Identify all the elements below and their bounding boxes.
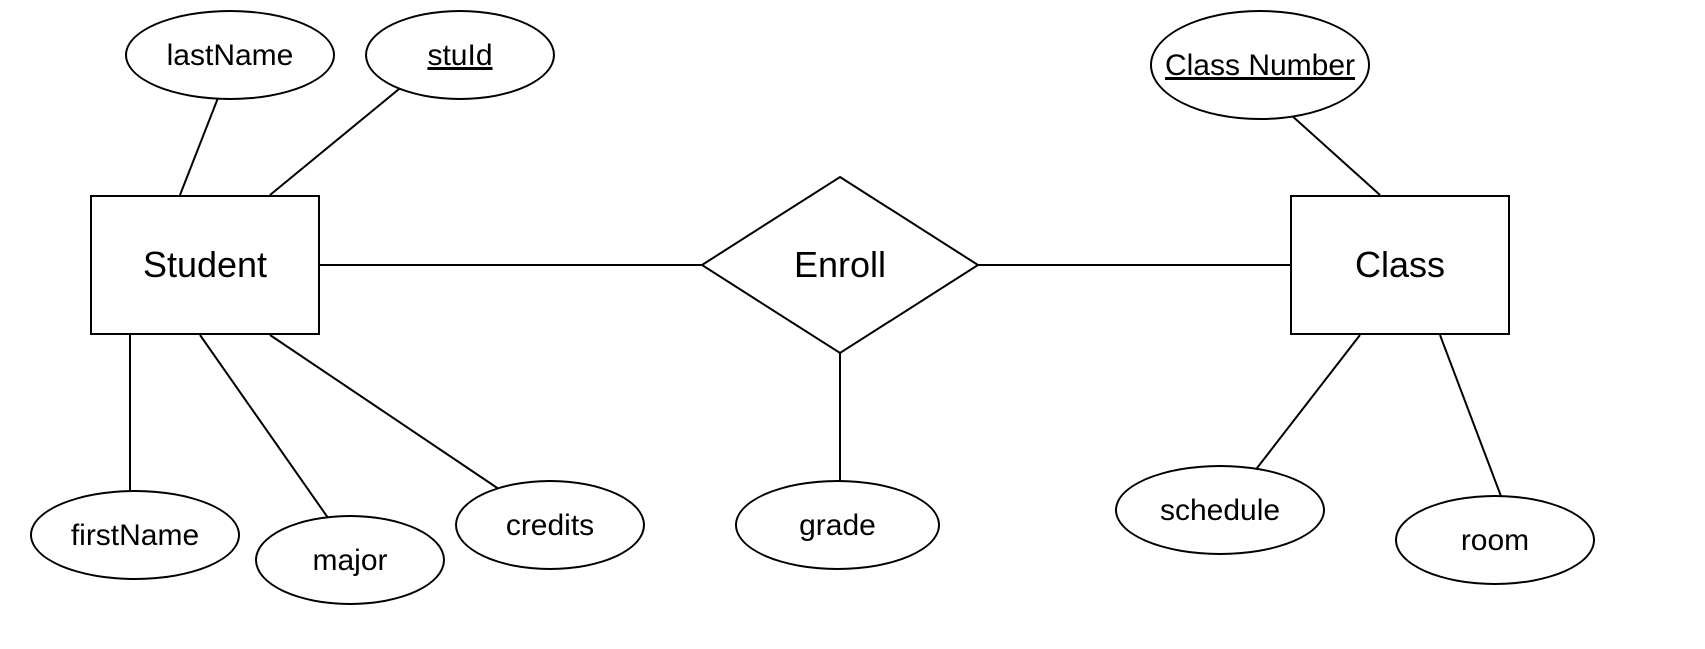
attribute-classnumber-label: Class Number bbox=[1165, 49, 1355, 82]
attribute-room-label: room bbox=[1461, 524, 1529, 557]
attribute-lastname-label: lastName bbox=[167, 39, 294, 72]
attribute-firstname: firstName bbox=[30, 490, 240, 580]
attribute-classnumber: Class Number bbox=[1150, 10, 1370, 120]
attribute-major: major bbox=[255, 515, 445, 605]
entity-student: Student bbox=[90, 195, 320, 335]
attribute-credits: credits bbox=[455, 480, 645, 570]
attribute-grade: grade bbox=[735, 480, 940, 570]
relationship-enroll-label: Enroll bbox=[794, 244, 886, 286]
attribute-grade-label: grade bbox=[799, 509, 876, 542]
attribute-major-label: major bbox=[312, 544, 387, 577]
attribute-stuid-label: stuId bbox=[427, 39, 492, 72]
relationship-enroll: Enroll bbox=[700, 175, 980, 355]
attribute-credits-label: credits bbox=[506, 509, 594, 542]
attribute-room: room bbox=[1395, 495, 1595, 585]
attribute-schedule: schedule bbox=[1115, 465, 1325, 555]
attribute-firstname-label: firstName bbox=[71, 519, 199, 552]
entity-student-label: Student bbox=[143, 244, 267, 286]
entity-class: Class bbox=[1290, 195, 1510, 335]
attribute-lastname: lastName bbox=[125, 10, 335, 100]
entity-class-label: Class bbox=[1355, 244, 1445, 286]
attribute-schedule-label: schedule bbox=[1160, 494, 1280, 527]
er-diagram: Student Class Enroll lastName stuId firs… bbox=[0, 0, 1705, 649]
attribute-stuid: stuId bbox=[365, 10, 555, 100]
